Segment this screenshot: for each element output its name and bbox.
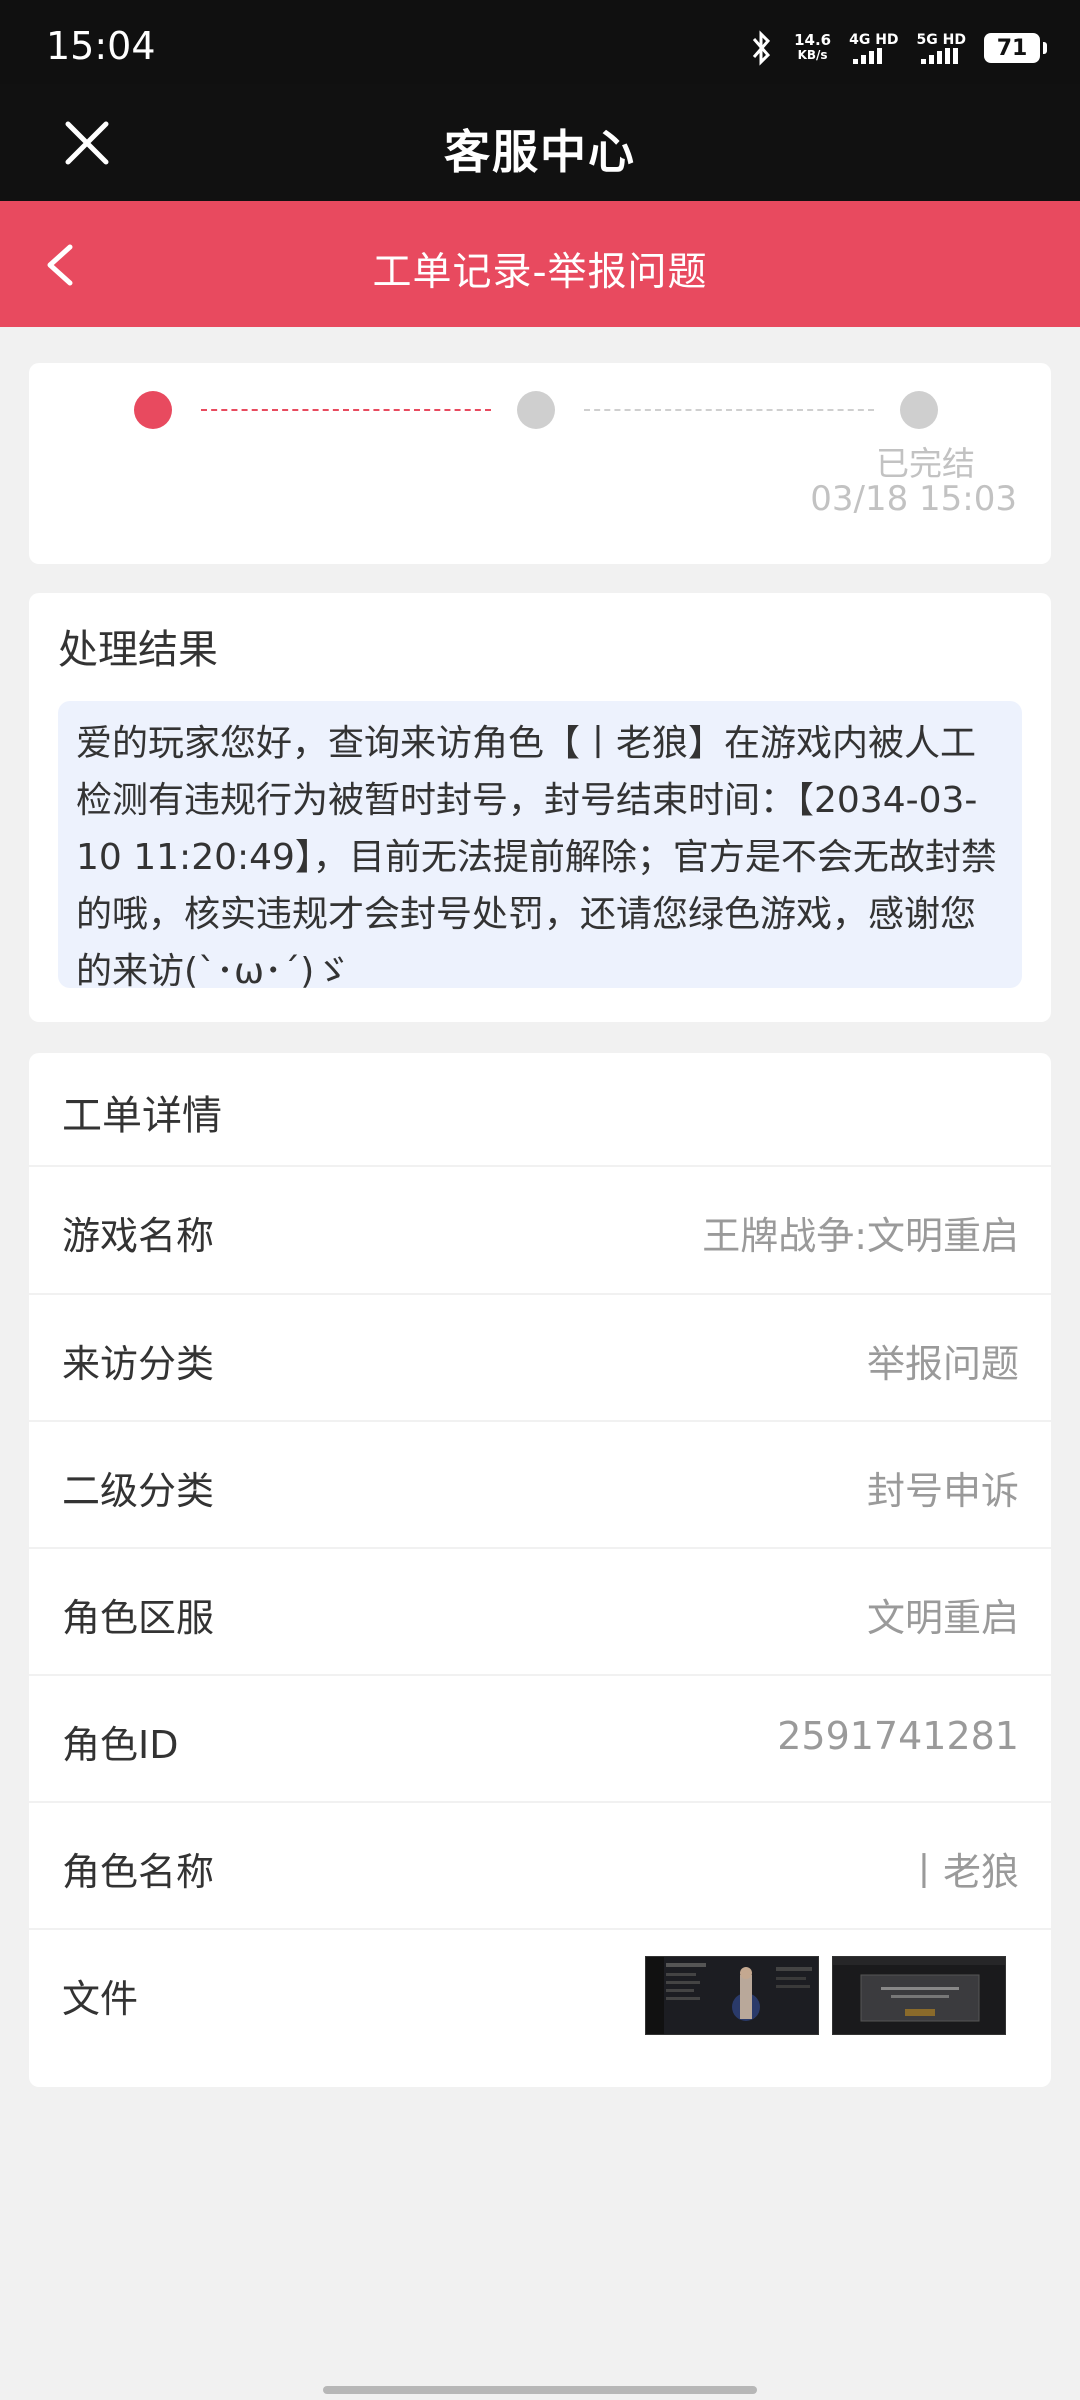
app-title: 客服中心	[444, 125, 636, 179]
detail-row-visit-category: 来访分类 举报问题	[62, 1342, 1019, 1386]
final-step-time: 03/18 15:03	[810, 479, 1017, 519]
bluetooth-icon	[752, 30, 771, 66]
progress-line-active	[201, 409, 491, 411]
network-speed: 14.6 KB/s	[794, 31, 832, 63]
app-bar: 客服中心	[0, 84, 1080, 201]
sim1-signal: 4G HD	[849, 32, 899, 64]
page-header: 工单记录-举报问题	[0, 201, 1080, 327]
sim2-signal: 5G HD	[917, 32, 966, 64]
detail-heading: 工单详情	[62, 1093, 222, 1139]
status-time: 15:04	[46, 24, 156, 68]
home-indicator[interactable]	[323, 2386, 757, 2394]
result-card: 处理结果 爱的玩家您好，查询来访角色【丨老狼】在游戏内被人工检测有违规行为被暂时…	[29, 593, 1051, 1022]
progress-step-active	[134, 391, 172, 429]
file-thumbnail[interactable]	[832, 1956, 1006, 2035]
detail-row-role-id: 角色ID 2591741281	[62, 1714, 1019, 1767]
detail-row-game-name: 游戏名称 王牌战争:文明重启	[62, 1214, 1019, 1258]
screenshot-image	[646, 1957, 818, 2034]
page-title: 工单记录-举报问题	[372, 250, 708, 295]
screenshot-image	[833, 1957, 1005, 2034]
file-thumbnail[interactable]	[645, 1956, 819, 2035]
result-message: 爱的玩家您好，查询来访角色【丨老狼】在游戏内被人工检测有违规行为被暂时封号，封号…	[58, 701, 1022, 992]
status-bar: 15:04 14.6 KB/s 4G HD 5G HD 71	[0, 0, 1080, 84]
progress-line	[584, 409, 874, 411]
signal-bars-icon	[920, 47, 958, 64]
progress-card: 已完结 03/18 15:03	[29, 363, 1051, 564]
result-heading: 处理结果	[58, 627, 218, 673]
battery-icon: 71	[984, 33, 1047, 63]
detail-row-subcategory: 二级分类 封号申诉	[62, 1469, 1019, 1513]
detail-row-role-name: 角色名称 丨老狼	[62, 1850, 1019, 1894]
detail-card: 工单详情 游戏名称 王牌战争:文明重启 来访分类 举报问题 二级分类 封号申诉 …	[29, 1053, 1051, 2087]
signal-bars-icon	[853, 47, 883, 64]
final-step-label: 已完结	[876, 444, 975, 483]
status-icons: 14.6 KB/s 4G HD 5G HD 71	[748, 28, 1047, 68]
progress-step	[517, 391, 555, 429]
detail-row-server: 角色区服 文明重启	[62, 1596, 1019, 1640]
progress-step	[900, 391, 938, 429]
